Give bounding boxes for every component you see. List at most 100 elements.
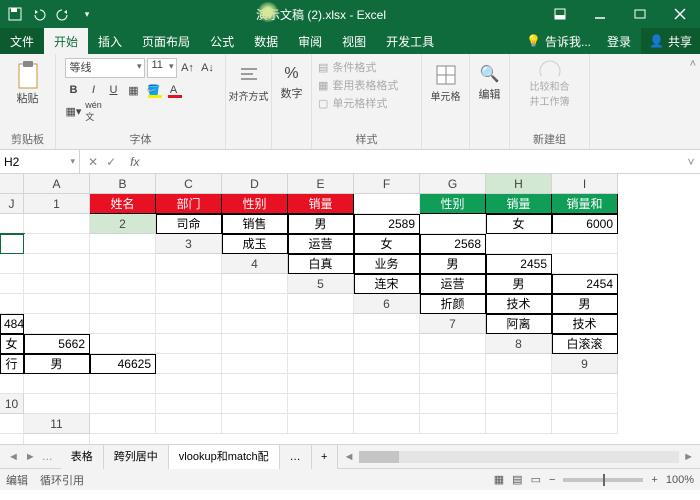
expand-formula-bar-icon[interactable]: ˅ xyxy=(682,155,700,169)
font-size-select[interactable]: 11 xyxy=(147,58,177,78)
cell[interactable] xyxy=(156,374,222,394)
col-header[interactable]: I xyxy=(552,174,618,194)
cell[interactable] xyxy=(552,374,618,394)
cell[interactable] xyxy=(24,434,90,444)
cell[interactable]: 男 xyxy=(552,294,618,314)
save-icon[interactable] xyxy=(4,3,26,25)
cell[interactable] xyxy=(288,374,354,394)
cell[interactable] xyxy=(222,354,288,374)
cell[interactable] xyxy=(0,274,24,294)
cell[interactable]: 男 xyxy=(486,274,552,294)
hscroll-track[interactable] xyxy=(359,451,680,463)
borders-dropdown[interactable]: ▦▾ xyxy=(65,102,83,120)
cell[interactable] xyxy=(24,374,90,394)
cell[interactable] xyxy=(420,214,486,234)
bold-button[interactable]: B xyxy=(65,81,83,99)
qat-more-icon[interactable]: ▾ xyxy=(76,3,98,25)
cell[interactable] xyxy=(552,414,618,434)
cell[interactable]: 2589 xyxy=(354,214,420,234)
tab-file[interactable]: 文件 xyxy=(0,28,44,54)
align-button[interactable]: 对齐方式 xyxy=(229,58,269,108)
cell[interactable]: 2568 xyxy=(420,234,486,254)
editing-button[interactable]: 🔍 编辑 xyxy=(470,58,510,108)
table-format-button[interactable]: ▦套用表格格式 xyxy=(318,76,415,94)
font-color-button[interactable]: A xyxy=(165,81,183,99)
cell[interactable] xyxy=(0,374,24,394)
cell[interactable] xyxy=(354,354,420,374)
cell[interactable] xyxy=(156,274,222,294)
cell[interactable] xyxy=(90,294,156,314)
cell[interactable] xyxy=(420,354,486,374)
cell[interactable]: 性别 xyxy=(420,194,486,214)
col-header[interactable]: A xyxy=(24,174,90,194)
sheet-tab-1[interactable]: 表格 xyxy=(61,445,104,469)
border-button[interactable]: ▦ xyxy=(125,81,143,99)
col-header[interactable]: B xyxy=(90,174,156,194)
row-header[interactable]: 2 xyxy=(90,214,156,234)
cell[interactable] xyxy=(354,414,420,434)
cell[interactable] xyxy=(0,434,24,444)
cell[interactable] xyxy=(354,334,420,354)
decrease-font-icon[interactable]: A↓ xyxy=(199,59,217,77)
cell[interactable] xyxy=(420,414,486,434)
cell[interactable]: 2455 xyxy=(486,254,552,274)
tell-me[interactable]: 💡告诉我... xyxy=(520,28,597,54)
cell[interactable] xyxy=(0,254,24,274)
close-icon[interactable] xyxy=(660,0,700,28)
cell[interactable] xyxy=(486,354,552,374)
italic-button[interactable]: I xyxy=(85,81,103,99)
cell[interactable] xyxy=(24,214,90,234)
hscroll-left-icon[interactable]: ◄ xyxy=(344,451,355,463)
cell[interactable] xyxy=(90,374,156,394)
cell[interactable] xyxy=(156,414,222,434)
cell[interactable] xyxy=(90,254,156,274)
cell[interactable] xyxy=(90,234,156,254)
number-button[interactable]: % 数字 xyxy=(272,58,312,108)
cell[interactable] xyxy=(552,394,618,414)
cell[interactable]: 白真 xyxy=(288,254,354,274)
cell[interactable] xyxy=(552,234,618,254)
cell[interactable] xyxy=(222,394,288,414)
col-header[interactable]: G xyxy=(420,174,486,194)
login-button[interactable]: 登录 xyxy=(597,28,641,54)
cell[interactable] xyxy=(156,254,222,274)
row-header[interactable]: 8 xyxy=(486,334,552,354)
cell[interactable] xyxy=(24,394,90,414)
cell[interactable] xyxy=(486,374,552,394)
tab-review[interactable]: 审阅 xyxy=(288,28,332,54)
row-header[interactable]: 6 xyxy=(354,294,420,314)
paste-button[interactable]: 粘贴 xyxy=(8,58,48,108)
tab-nav-more-icon[interactable]: … xyxy=(42,451,53,463)
row-header[interactable]: 3 xyxy=(156,234,222,254)
cell[interactable] xyxy=(90,394,156,414)
cell[interactable]: 6000 xyxy=(552,214,618,234)
fx-icon[interactable]: fx xyxy=(124,155,145,169)
cell[interactable] xyxy=(156,334,222,354)
cell[interactable]: 折颜 xyxy=(420,294,486,314)
row-header[interactable]: 5 xyxy=(288,274,354,294)
cell[interactable] xyxy=(156,354,222,374)
cell[interactable] xyxy=(288,414,354,434)
zoom-in-icon[interactable]: + xyxy=(651,474,657,486)
cell[interactable]: 阿离 xyxy=(486,314,552,334)
cell[interactable]: 4841 xyxy=(0,314,24,334)
cell[interactable] xyxy=(156,394,222,414)
sheet-tab-2[interactable]: 跨列居中 xyxy=(104,445,169,469)
cell[interactable]: 男 xyxy=(24,354,90,374)
cell[interactable]: 男 xyxy=(288,214,354,234)
cell[interactable] xyxy=(24,234,90,254)
row-header[interactable]: 4 xyxy=(222,254,288,274)
cell[interactable]: 部门 xyxy=(156,194,222,214)
minimize-icon[interactable] xyxy=(580,0,620,28)
cancel-formula-icon[interactable]: ✕ xyxy=(88,155,98,169)
cell[interactable] xyxy=(24,274,90,294)
zoom-out-icon[interactable]: − xyxy=(549,474,555,486)
cell[interactable] xyxy=(288,314,354,334)
cell[interactable] xyxy=(486,414,552,434)
cell[interactable]: 销量 xyxy=(486,194,552,214)
cell[interactable] xyxy=(222,414,288,434)
row-header[interactable]: 1 xyxy=(24,194,90,214)
tab-dev[interactable]: 开发工具 xyxy=(376,28,444,54)
tab-home[interactable]: 开始 xyxy=(44,28,88,54)
tab-nav-prev-icon[interactable]: ◄ xyxy=(8,451,19,463)
